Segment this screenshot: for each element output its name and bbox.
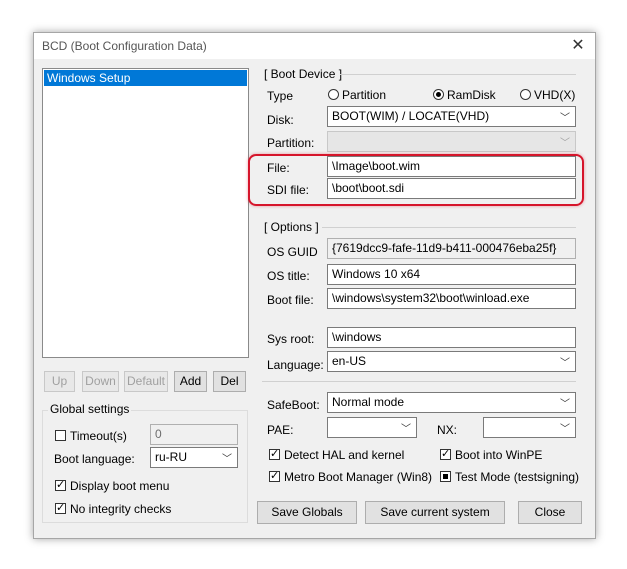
del-button[interactable]: Del	[213, 371, 246, 392]
timeout-input[interactable]: 0	[150, 424, 238, 445]
boot-language-value: ru-RU	[155, 450, 187, 464]
boot-device-title: [ Boot Device ]	[264, 67, 343, 81]
bcd-dialog: BCD (Boot Configuration Data) ✕ Windows …	[33, 32, 596, 539]
ramdisk-radio[interactable]	[433, 89, 444, 100]
list-item[interactable]: Windows Setup	[44, 70, 247, 86]
safeboot-label: SafeBoot:	[267, 398, 320, 412]
sdi-file-label: SDI file:	[267, 183, 310, 197]
down-button[interactable]: Down	[82, 371, 119, 392]
vhd-radio-label: VHD(X)	[534, 88, 576, 102]
global-settings-title: Global settings	[48, 402, 132, 416]
os-title-label: OS title:	[267, 269, 310, 283]
metro-boot-label: Metro Boot Manager (Win8)	[284, 470, 433, 484]
close-icon[interactable]: ✕	[561, 33, 595, 59]
chevron-down-icon: ﹀	[401, 424, 411, 435]
up-button[interactable]: Up	[44, 371, 75, 392]
language-label: Language:	[267, 358, 324, 372]
chevron-down-icon: ﹀	[560, 399, 570, 410]
test-mode-checkbox[interactable]	[440, 471, 451, 482]
display-boot-menu-checkbox[interactable]	[55, 478, 66, 492]
boot-entry-list[interactable]: Windows Setup	[42, 68, 249, 358]
boot-device-separator	[340, 74, 576, 75]
safeboot-select[interactable]: Normal mode ﹀	[327, 392, 576, 413]
safeboot-value: Normal mode	[332, 395, 405, 409]
sys-root-label: Sys root:	[267, 332, 315, 346]
timeout-checkbox[interactable]	[55, 430, 66, 441]
chevron-down-icon: ﹀	[560, 138, 570, 149]
boot-file-label: Boot file:	[267, 293, 314, 307]
sys-root-input[interactable]: \windows	[327, 327, 576, 348]
detect-hal-checkbox[interactable]	[269, 447, 280, 461]
chevron-down-icon: ﹀	[222, 454, 232, 465]
options-title: [ Options ]	[264, 220, 319, 234]
pae-select[interactable]: ﹀	[327, 417, 417, 438]
file-input[interactable]: \Image\boot.wim	[327, 156, 576, 177]
disk-value: BOOT(WIM) / LOCATE(VHD)	[332, 109, 490, 123]
options-separator	[322, 227, 576, 228]
detect-hal-label: Detect HAL and kernel	[284, 448, 405, 462]
partition-label: Partition:	[267, 136, 315, 150]
os-guid-label: OS GUID	[267, 245, 318, 259]
default-button[interactable]: Default	[124, 371, 168, 392]
language-select[interactable]: en-US ﹀	[327, 351, 576, 372]
display-boot-menu-label: Display boot menu	[70, 479, 170, 493]
nx-select[interactable]: ﹀	[483, 417, 576, 438]
chevron-down-icon: ﹀	[560, 424, 570, 435]
add-button[interactable]: Add	[174, 371, 207, 392]
save-current-system-button[interactable]: Save current system	[365, 501, 505, 524]
language-value: en-US	[332, 354, 367, 368]
disk-select[interactable]: BOOT(WIM) / LOCATE(VHD) ﹀	[327, 106, 576, 127]
save-globals-button[interactable]: Save Globals	[257, 501, 357, 524]
metro-boot-checkbox[interactable]	[269, 469, 280, 483]
sdi-file-input[interactable]: \boot\boot.sdi	[327, 178, 576, 199]
partition-select[interactable]: ﹀	[327, 131, 576, 152]
no-integrity-checks-checkbox[interactable]	[55, 501, 66, 515]
file-label: File:	[267, 161, 290, 175]
timeout-label: Timeout(s)	[70, 429, 127, 443]
boot-file-input[interactable]: \windows\system32\boot\winload.exe	[327, 288, 576, 309]
ramdisk-radio-label: RamDisk	[447, 88, 496, 102]
type-label: Type	[267, 89, 294, 103]
chevron-down-icon: ﹀	[560, 358, 570, 369]
partition-radio[interactable]	[328, 89, 339, 100]
window-title: BCD (Boot Configuration Data)	[42, 39, 207, 53]
partition-radio-label: Partition	[342, 88, 387, 102]
vhd-radio[interactable]	[520, 89, 531, 100]
pae-label: PAE:	[267, 423, 294, 437]
chevron-down-icon: ﹀	[560, 113, 570, 124]
title-bar: BCD (Boot Configuration Data) ✕	[34, 33, 595, 59]
os-title-input[interactable]: Windows 10 x64	[327, 264, 576, 285]
boot-winpe-checkbox[interactable]	[440, 447, 451, 461]
boot-winpe-label: Boot into WinPE	[455, 448, 543, 462]
test-mode-label: Test Mode (testsigning)	[455, 470, 580, 484]
os-guid-input[interactable]: {7619dcc9-fafe-11d9-b411-000476eba25f}	[327, 238, 576, 259]
boot-language-label: Boot language:	[54, 452, 135, 466]
disk-label: Disk:	[267, 113, 294, 127]
no-integrity-checks-label: No integrity checks	[70, 502, 172, 516]
options-divider	[262, 381, 576, 382]
close-button[interactable]: Close	[518, 501, 582, 524]
nx-label: NX:	[437, 423, 458, 437]
boot-language-select[interactable]: ru-RU ﹀	[150, 447, 238, 468]
